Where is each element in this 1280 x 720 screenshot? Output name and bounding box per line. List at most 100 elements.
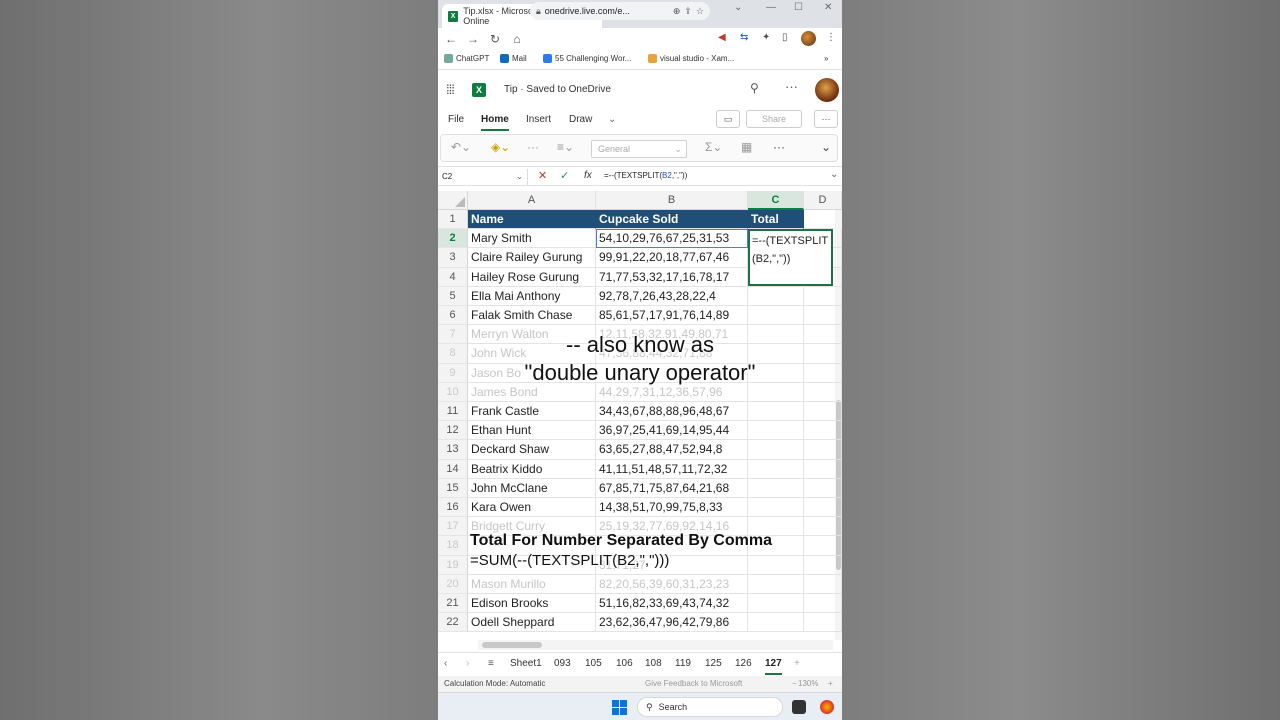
tab-insert[interactable]: Insert xyxy=(526,114,551,125)
total-cell[interactable] xyxy=(748,555,804,575)
taskbar-search[interactable]: ⚲ Search xyxy=(637,697,783,717)
name-cell[interactable]: Mason Murillo xyxy=(468,574,596,594)
align-icon[interactable]: ≡⌄ xyxy=(557,140,574,154)
insert-function-icon[interactable]: fx xyxy=(584,170,592,181)
editing-cell-c2[interactable]: =--(TEXTSPLIT(B2,",")) xyxy=(748,229,833,286)
row-header[interactable]: 21 xyxy=(438,594,468,614)
app-launcher-icon[interactable]: ⁞⁞⁞ xyxy=(446,82,455,97)
next-sheet-icon[interactable]: › xyxy=(466,658,469,669)
more-tabs-chevron-icon[interactable]: ⌄ xyxy=(608,114,616,125)
cupcake-sold-cell[interactable]: 41,11,51,48,57,11,72,32 xyxy=(596,459,748,479)
column-header-b[interactable]: B xyxy=(596,191,748,210)
comments-icon[interactable]: ▭ xyxy=(716,110,740,128)
name-box[interactable]: C2 ⌄ xyxy=(440,169,528,185)
cupcake-sold-cell[interactable]: 92,78,7,26,43,28,22,4 xyxy=(596,286,748,306)
name-cell[interactable]: Kara Owen xyxy=(468,498,596,518)
row-header[interactable]: 1 xyxy=(438,210,468,230)
sheet-tab[interactable]: 108 xyxy=(645,658,662,669)
sheet-tab[interactable]: 105 xyxy=(585,658,602,669)
bookmark-visual-studio[interactable]: visual studio - Xam... xyxy=(648,54,734,63)
bookmark-challenging-words[interactable]: 55 Challenging Wor... xyxy=(543,54,631,63)
all-sheets-icon[interactable]: ≡ xyxy=(488,658,494,669)
row-header[interactable]: 11 xyxy=(438,402,468,422)
column-d-cell[interactable] xyxy=(804,517,842,537)
toolbar-more-icon[interactable]: ··· xyxy=(773,140,785,154)
forward-icon[interactable]: → xyxy=(462,32,484,46)
expand-ribbon-icon[interactable]: ⌄ xyxy=(821,140,831,154)
horizontal-scroll-thumb[interactable] xyxy=(482,642,542,648)
sheet-tab[interactable]: 106 xyxy=(616,658,633,669)
header-cell-name[interactable]: Name xyxy=(468,210,596,230)
calculation-mode[interactable]: Calculation Mode: Automatic xyxy=(444,679,545,688)
sheet-tab[interactable]: 125 xyxy=(705,658,722,669)
tab-file[interactable]: File xyxy=(448,114,464,125)
total-cell[interactable] xyxy=(748,440,804,460)
name-cell[interactable]: Deckard Shaw xyxy=(468,440,596,460)
row-header[interactable]: 15 xyxy=(438,478,468,498)
expand-formula-icon[interactable]: ⌄ xyxy=(830,169,838,180)
search-icon[interactable]: ⚲ xyxy=(750,81,759,95)
total-cell[interactable] xyxy=(748,594,804,614)
prev-sheet-icon[interactable]: ‹ xyxy=(444,658,447,669)
minimize-icon[interactable]: — xyxy=(766,2,776,13)
row-header[interactable]: 5 xyxy=(438,286,468,306)
cupcake-sold-cell[interactable]: 34,43,67,88,88,96,48,67 xyxy=(596,402,748,422)
total-cell[interactable] xyxy=(748,498,804,518)
zoom-out-icon[interactable]: − xyxy=(792,679,797,688)
total-cell[interactable] xyxy=(748,402,804,422)
autosum-icon[interactable]: Σ⌄ xyxy=(705,140,722,154)
user-avatar[interactable] xyxy=(815,78,839,102)
cupcake-sold-cell[interactable]: 63,65,27,88,47,52,94,8 xyxy=(596,440,748,460)
column-d-cell[interactable] xyxy=(804,574,842,594)
format-table-icon[interactable]: ▦ xyxy=(741,140,752,154)
column-d-cell[interactable] xyxy=(804,498,842,518)
name-cell[interactable]: Ella Mai Anthony xyxy=(468,286,596,306)
row-header[interactable]: 3 xyxy=(438,248,468,268)
row-header[interactable]: 2 xyxy=(438,229,468,249)
firefox-icon[interactable] xyxy=(820,700,834,714)
total-cell[interactable] xyxy=(748,286,804,306)
cupcake-sold-cell[interactable]: 82,20,56,39,60,31,23,23 xyxy=(596,574,748,594)
column-d-cell[interactable] xyxy=(804,555,842,575)
cupcake-sold-cell[interactable]: 54,10,29,76,67,25,31,53 xyxy=(596,229,748,249)
column-d-cell[interactable] xyxy=(804,306,842,326)
undo-icon[interactable]: ↶⌄ xyxy=(451,140,471,154)
column-d-cell[interactable] xyxy=(804,536,842,556)
row-header[interactable]: 16 xyxy=(438,498,468,518)
row-header[interactable]: 6 xyxy=(438,306,468,326)
address-bar[interactable]: 🔒︎ onedrive.live.com/e... ⊕ ⇪ ☆ xyxy=(530,2,710,20)
zoom-level[interactable]: 130% xyxy=(798,679,818,688)
row-header[interactable]: 17 xyxy=(438,517,468,537)
more-bookmarks-icon[interactable]: » xyxy=(824,54,828,63)
document-title[interactable]: Tip · Saved to OneDrive xyxy=(504,84,611,95)
extension-translate-icon[interactable]: ⇆ xyxy=(740,32,748,43)
column-d-cell[interactable] xyxy=(804,459,842,479)
name-cell[interactable]: Edison Brooks xyxy=(468,594,596,614)
total-cell[interactable] xyxy=(748,306,804,326)
windows-start-icon[interactable] xyxy=(612,700,627,715)
total-cell[interactable] xyxy=(748,459,804,479)
bookmark-star-icon[interactable]: ☆ xyxy=(696,6,704,17)
cancel-formula-icon[interactable]: ✕ xyxy=(538,169,547,182)
name-cell[interactable]: Mary Smith xyxy=(468,229,596,249)
profile-avatar[interactable] xyxy=(801,31,816,46)
window-close-icon[interactable]: ✕ xyxy=(824,2,832,13)
header-cell-cupcake-sold[interactable]: Cupcake Sold xyxy=(596,210,748,230)
tab-search-icon[interactable]: ⌄ xyxy=(734,2,742,13)
add-sheet-icon[interactable]: + xyxy=(794,658,800,669)
name-cell[interactable]: Hailey Rose Gurung xyxy=(468,267,596,287)
cupcake-sold-cell[interactable]: 23,62,36,47,96,42,79,86 xyxy=(596,613,748,633)
name-cell[interactable]: John McClane xyxy=(468,478,596,498)
ribbon-more-icon[interactable]: ··· xyxy=(814,110,838,128)
column-d-cell[interactable] xyxy=(804,402,842,422)
sheet-tab[interactable]: 119 xyxy=(675,658,691,669)
maximize-icon[interactable]: ☐ xyxy=(794,2,803,13)
column-header-d[interactable]: D xyxy=(804,191,842,210)
row-header[interactable]: 13 xyxy=(438,440,468,460)
name-cell[interactable]: Frank Castle xyxy=(468,402,596,422)
cupcake-sold-cell[interactable]: 99,91,22,20,18,77,67,46 xyxy=(596,248,748,268)
bookmark-chatgpt[interactable]: ChatGPT xyxy=(444,54,489,63)
column-header-c[interactable]: C xyxy=(748,191,804,210)
column-header-a[interactable]: A xyxy=(468,191,596,210)
sidepanel-icon[interactable]: ▯ xyxy=(782,32,788,43)
